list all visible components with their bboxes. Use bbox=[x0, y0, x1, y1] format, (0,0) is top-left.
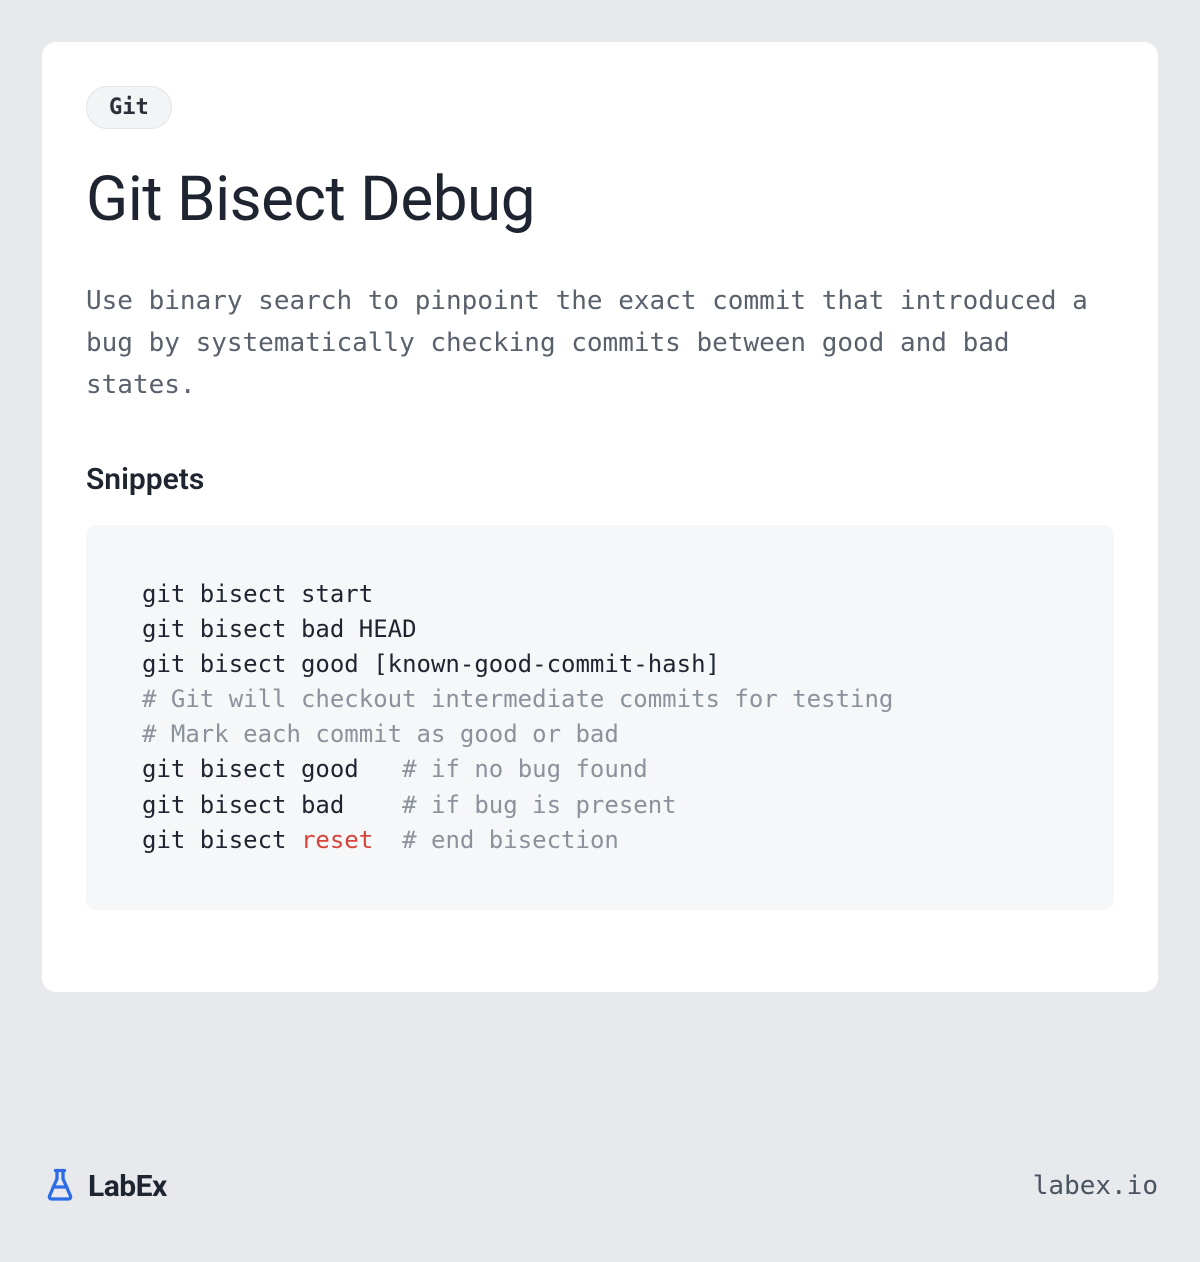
code-token: git bisect bbox=[142, 826, 301, 854]
brand-name: LabEx bbox=[88, 1169, 167, 1204]
code-token: git bisect bad HEAD bbox=[142, 615, 417, 643]
category-tag: Git bbox=[86, 86, 172, 129]
code-token bbox=[373, 826, 402, 854]
flask-icon bbox=[42, 1166, 78, 1206]
code-token: git bisect good [known-good-commit-hash] bbox=[142, 650, 720, 678]
code-block: git bisect start git bisect bad HEAD git… bbox=[86, 525, 1114, 909]
comment-token: # if no bug found bbox=[402, 755, 648, 783]
brand-logo: LabEx bbox=[42, 1166, 167, 1206]
comment-token: # Git will checkout intermediate commits… bbox=[142, 685, 893, 713]
content-card: Git Git Bisect Debug Use binary search t… bbox=[42, 42, 1158, 992]
snippets-heading: Snippets bbox=[86, 462, 1114, 497]
site-url: labex.io bbox=[1033, 1171, 1158, 1201]
code-token: git bisect good bbox=[142, 755, 402, 783]
comment-token: # end bisection bbox=[402, 826, 619, 854]
code-token: git bisect start bbox=[142, 580, 373, 608]
comment-token: # if bug is present bbox=[402, 791, 677, 819]
footer: LabEx labex.io bbox=[42, 1166, 1158, 1206]
keyword-token: reset bbox=[301, 826, 373, 854]
description: Use binary search to pinpoint the exact … bbox=[86, 280, 1114, 406]
page-title: Git Bisect Debug bbox=[86, 163, 1114, 236]
code-token: git bisect bad bbox=[142, 791, 402, 819]
comment-token: # Mark each commit as good or bad bbox=[142, 720, 619, 748]
